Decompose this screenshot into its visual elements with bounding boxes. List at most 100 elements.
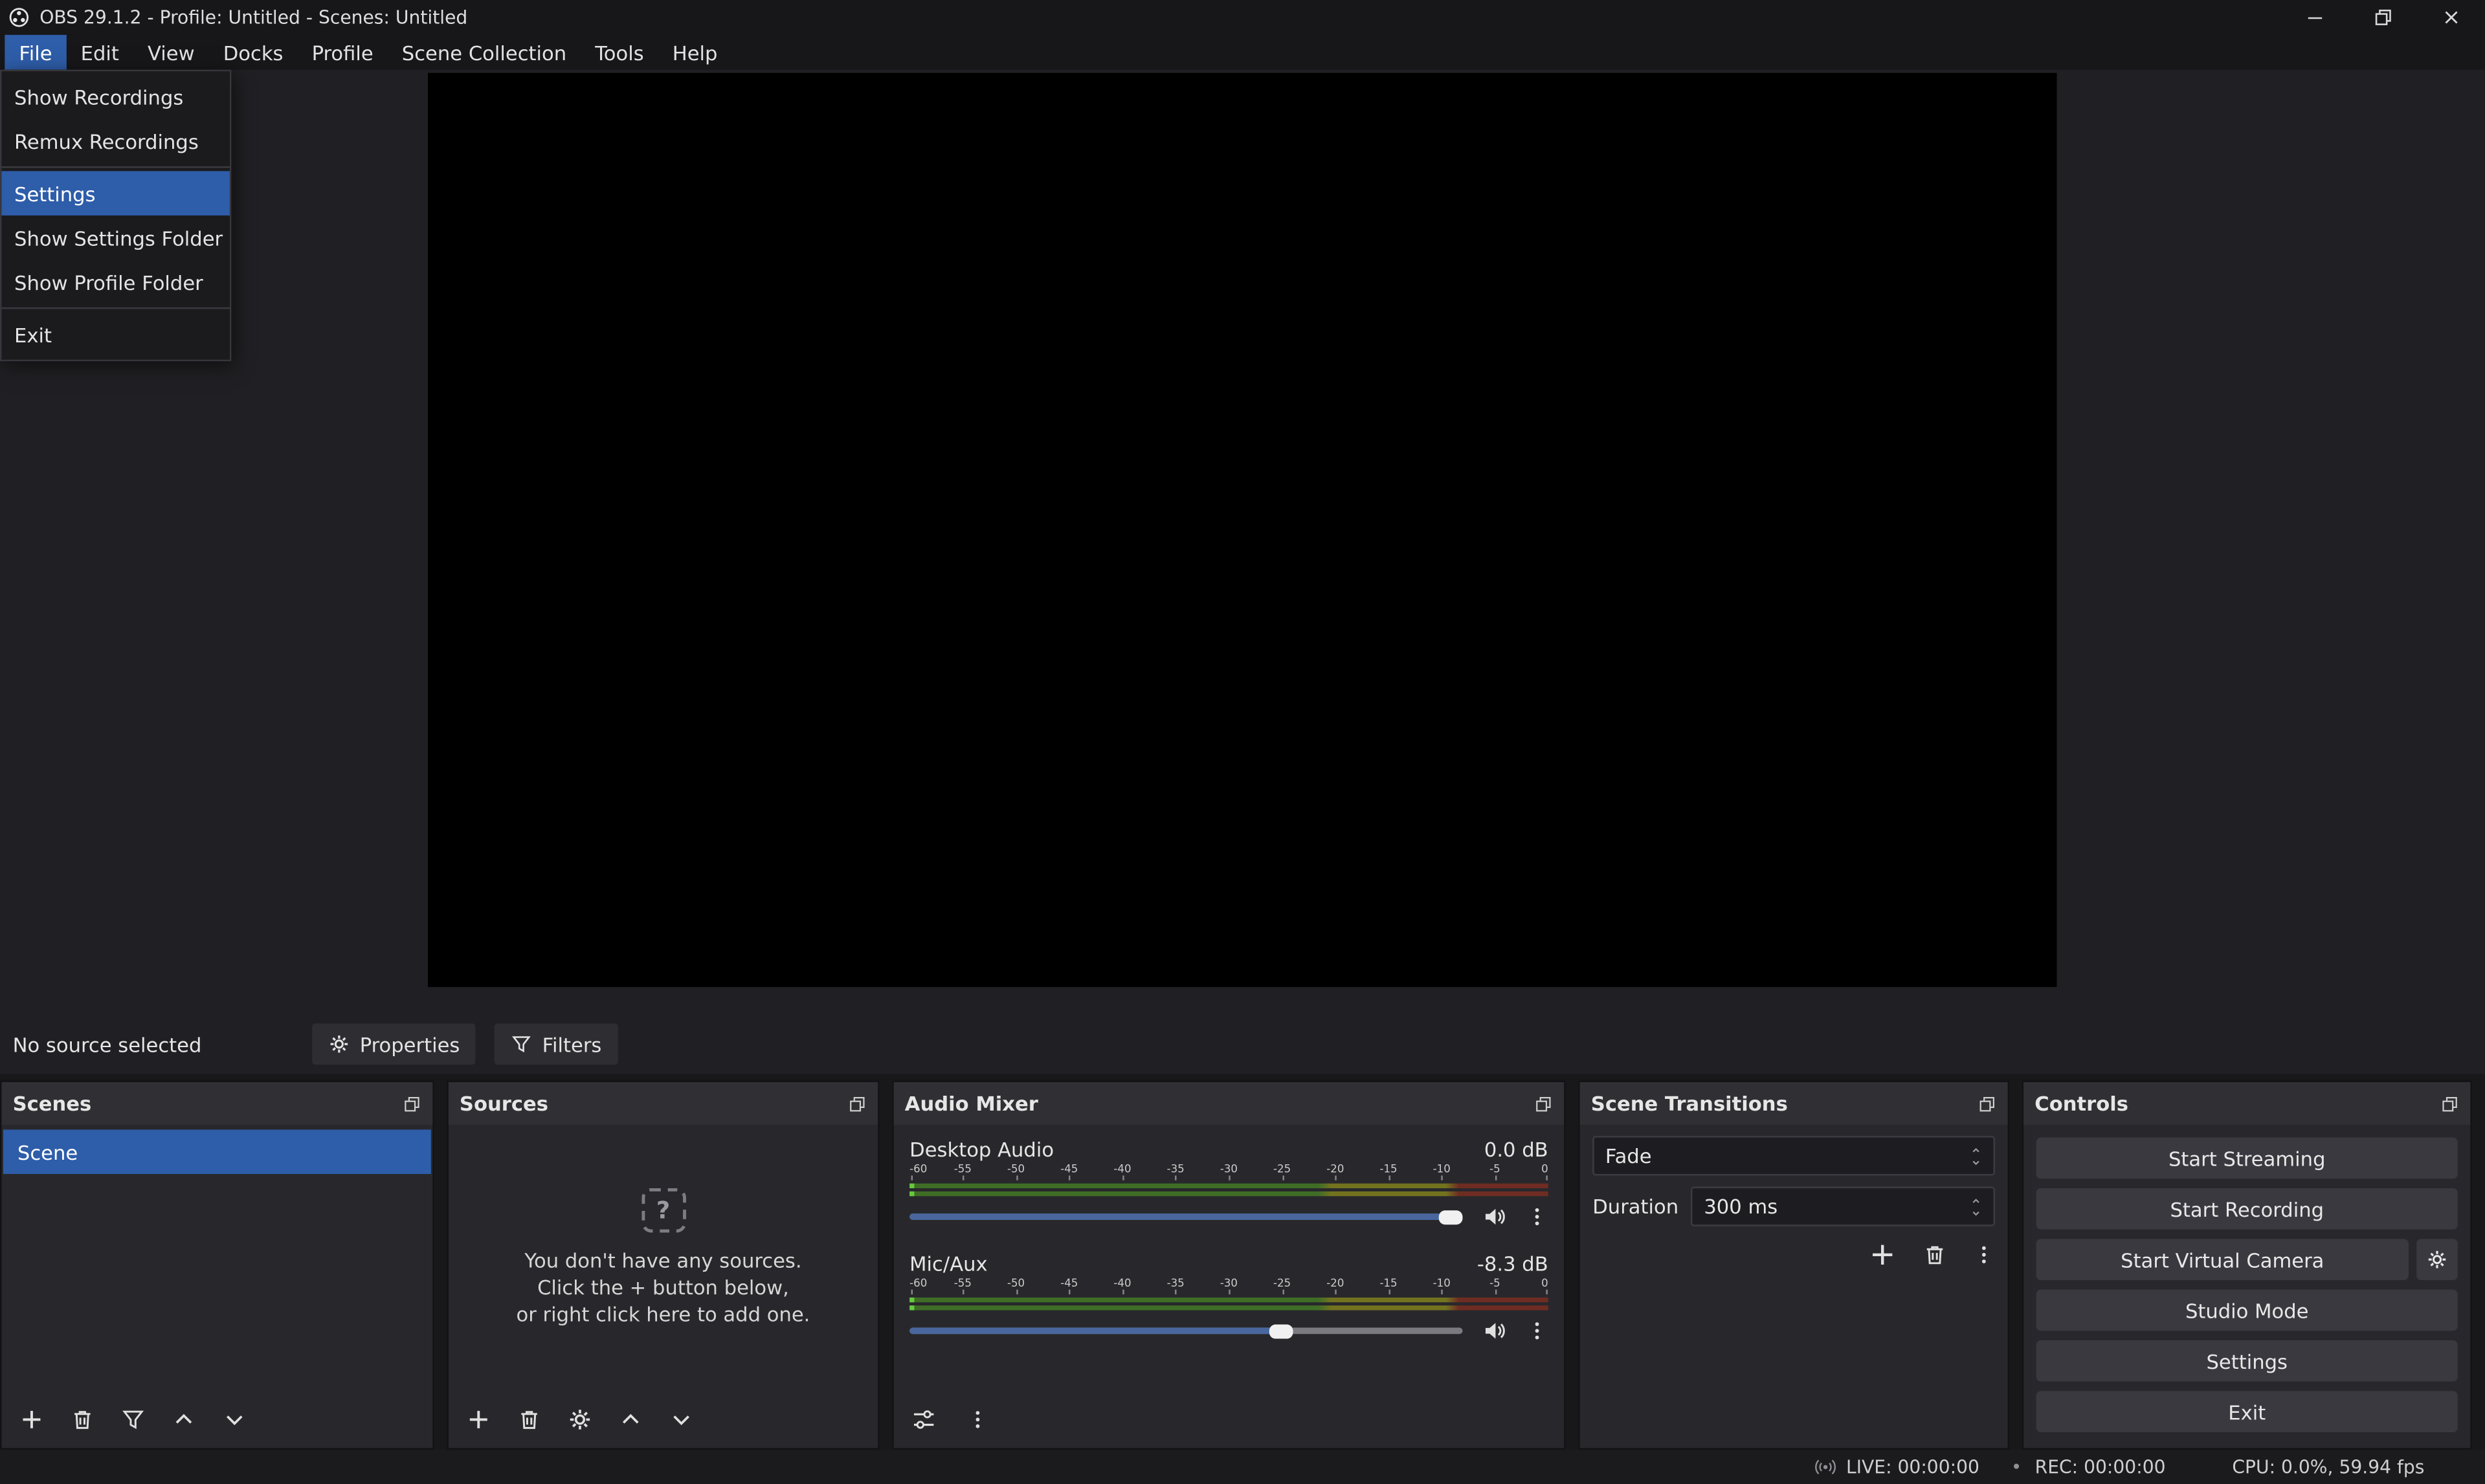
window-title: OBS 29.1.2 - Profile: Untitled - Scenes:… <box>39 6 467 28</box>
audio-mixer-header[interactable]: Audio Mixer <box>894 1082 1565 1125</box>
channel-menu-button[interactable] <box>1526 1320 1548 1342</box>
menu-tools[interactable]: Tools <box>581 35 658 70</box>
settings-button[interactable]: Settings <box>2036 1340 2458 1382</box>
restore-button[interactable] <box>2348 0 2416 35</box>
question-icon: ? <box>641 1188 685 1233</box>
plus-icon <box>466 1407 491 1432</box>
broadcast-icon <box>1814 1456 1836 1478</box>
speaker-icon[interactable] <box>1482 1204 1507 1229</box>
workspace <box>0 70 2484 1014</box>
virtual-camera-row: Start Virtual Camera <box>2036 1239 2458 1280</box>
volume-slider[interactable] <box>909 1316 1462 1345</box>
menu-edit[interactable]: Edit <box>67 35 133 70</box>
close-button[interactable] <box>2416 0 2484 35</box>
popout-icon[interactable] <box>1534 1094 1553 1113</box>
popout-icon[interactable] <box>403 1094 421 1113</box>
properties-button[interactable]: Properties <box>312 1023 476 1065</box>
scenes-dock-header[interactable]: Scenes <box>1 1082 432 1125</box>
controls-dock-header[interactable]: Controls <box>2023 1082 2470 1125</box>
meter-tick-label: -40 <box>1113 1277 1131 1290</box>
move-source-down-button[interactable] <box>669 1407 694 1432</box>
scene-list-item[interactable]: Scene <box>3 1129 431 1174</box>
meter-tick-label: -35 <box>1167 1163 1185 1176</box>
channel-menu-button[interactable] <box>1526 1206 1548 1228</box>
start-virtual-camera-button[interactable]: Start Virtual Camera <box>2036 1239 2409 1280</box>
menu-file[interactable]: File <box>5 35 66 70</box>
popout-icon[interactable] <box>1978 1094 1996 1113</box>
exit-button[interactable]: Exit <box>2036 1391 2458 1432</box>
chevron-down-icon <box>669 1407 694 1432</box>
chevron-up-icon <box>618 1407 643 1432</box>
sources-dock-header[interactable]: Sources <box>449 1082 878 1125</box>
remove-source-button[interactable] <box>517 1407 542 1432</box>
menu-item-show-profile-folder[interactable]: Show Profile Folder <box>1 260 230 304</box>
menu-view[interactable]: View <box>133 35 209 70</box>
source-properties-button[interactable] <box>567 1407 592 1432</box>
filters-button[interactable]: Filters <box>495 1023 618 1065</box>
volume-meter: -60 -55 -50 -45 -40 -35 -30 -25 -20 -15 … <box>909 1163 1548 1196</box>
add-scene-button[interactable] <box>19 1407 44 1432</box>
transition-menu-button[interactable] <box>1973 1244 1995 1266</box>
transition-select[interactable]: Fade <box>1592 1136 1995 1175</box>
remove-transition-button[interactable] <box>1922 1242 1947 1267</box>
meter-tick-label: -60 <box>909 1277 927 1290</box>
file-menu-dropdown: Show Recordings Remux Recordings Setting… <box>0 70 231 361</box>
filters-icon <box>511 1033 533 1055</box>
menu-profile[interactable]: Profile <box>298 35 388 70</box>
volume-slider[interactable] <box>909 1202 1462 1231</box>
scenes-dock: Scenes Scene <box>0 1081 434 1450</box>
spin-arrows[interactable] <box>1970 1194 1983 1219</box>
menu-item-settings[interactable]: Settings <box>1 171 230 216</box>
virtual-camera-config-button[interactable] <box>2416 1239 2458 1280</box>
mixer-menu-button[interactable] <box>966 1408 988 1430</box>
meter-tick-label: -20 <box>1326 1277 1344 1290</box>
menu-item-show-recordings[interactable]: Show Recordings <box>1 74 230 119</box>
menu-item-exit[interactable]: Exit <box>1 312 230 357</box>
slider-handle[interactable] <box>1439 1210 1463 1224</box>
move-scene-down-button[interactable] <box>222 1407 247 1432</box>
source-toolbar-buttons: Properties Filters <box>312 1023 618 1065</box>
sliders-icon <box>911 1407 937 1432</box>
kebab-icon <box>966 1408 988 1430</box>
start-streaming-button[interactable]: Start Streaming <box>2036 1138 2458 1179</box>
move-scene-up-button[interactable] <box>171 1407 196 1432</box>
scenes-list: Scene <box>1 1125 432 1391</box>
trash-icon <box>70 1407 95 1432</box>
close-icon <box>2440 6 2462 28</box>
gear-icon <box>567 1407 592 1432</box>
studio-mode-button[interactable]: Studio Mode <box>2036 1290 2458 1331</box>
sources-empty-line: You don't have any sources. <box>524 1247 801 1274</box>
slider-handle[interactable] <box>1269 1323 1293 1338</box>
popout-icon[interactable] <box>848 1094 867 1113</box>
move-source-up-button[interactable] <box>618 1407 643 1432</box>
gear-icon <box>328 1033 350 1055</box>
advanced-audio-button[interactable] <box>911 1407 937 1432</box>
scene-transitions-header[interactable]: Scene Transitions <box>1580 1082 2008 1125</box>
channel-level-db: -8.3 dB <box>1477 1251 1548 1275</box>
menu-docks[interactable]: Docks <box>209 35 298 70</box>
menu-scene-collection[interactable]: Scene Collection <box>388 35 581 70</box>
slider-fill <box>909 1327 1286 1334</box>
add-transition-button[interactable] <box>1868 1241 1897 1269</box>
scene-filters-button[interactable] <box>120 1407 146 1432</box>
sources-list[interactable]: ? You don't have any sources. Click the … <box>449 1125 878 1391</box>
preview-canvas[interactable] <box>428 73 2057 987</box>
menu-item-remux-recordings[interactable]: Remux Recordings <box>1 119 230 164</box>
trash-icon <box>517 1407 542 1432</box>
speaker-icon[interactable] <box>1482 1318 1507 1344</box>
add-source-button[interactable] <box>466 1407 491 1432</box>
combo-arrows[interactable] <box>1970 1143 1983 1168</box>
duration-value: 300 ms <box>1704 1195 1777 1219</box>
menubar: File Edit View Docks Profile Scene Colle… <box>0 35 2484 70</box>
menu-help[interactable]: Help <box>658 35 732 70</box>
meter-scale: -60 -55 -50 -45 -40 -35 -30 -25 -20 -15 … <box>909 1163 1548 1180</box>
popout-icon[interactable] <box>2440 1094 2459 1113</box>
slider-fill <box>909 1213 1462 1220</box>
duration-spinbox[interactable]: 300 ms <box>1691 1187 1995 1226</box>
minimize-button[interactable] <box>2280 0 2348 35</box>
menu-item-show-settings-folder[interactable]: Show Settings Folder <box>1 216 230 260</box>
start-recording-button[interactable]: Start Recording <box>2036 1188 2458 1230</box>
meter-tick-label: -15 <box>1379 1163 1397 1176</box>
minimize-icon <box>2303 6 2325 28</box>
remove-scene-button[interactable] <box>70 1407 95 1432</box>
